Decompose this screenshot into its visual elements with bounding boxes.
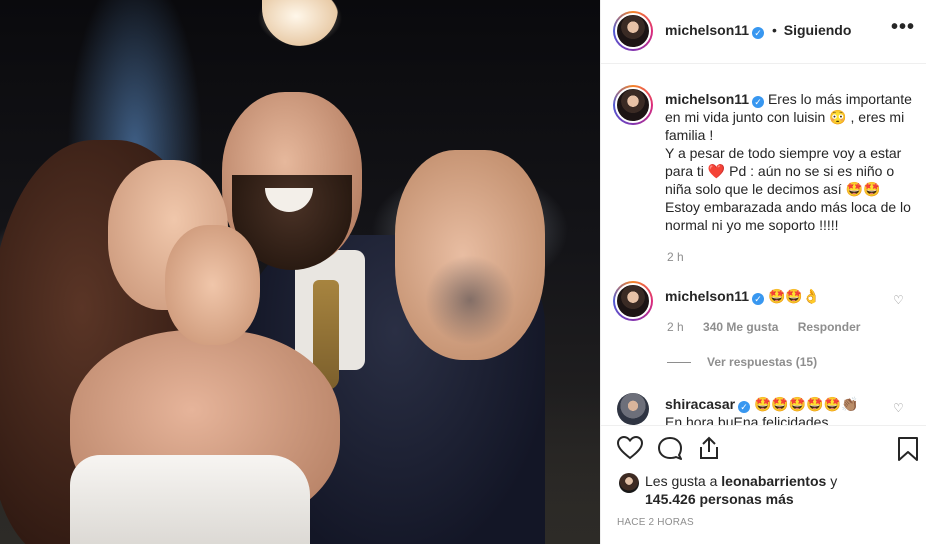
comment-like-icon[interactable]: ♡ bbox=[893, 401, 907, 415]
comments-section: michelson11 ✓ Eres lo más importante en m… bbox=[601, 65, 926, 425]
caption-avatar[interactable] bbox=[613, 85, 653, 125]
verified-icon: ✓ bbox=[752, 293, 765, 305]
caption-username[interactable]: michelson11 bbox=[665, 91, 749, 107]
verified-icon: ✓ bbox=[752, 96, 765, 108]
photo-dress bbox=[70, 455, 310, 544]
header-author: michelson11 ✓ • Siguiendo bbox=[665, 22, 851, 39]
comment-text: 🤩🤩🤩🤩🤩👏🏽 bbox=[753, 396, 859, 412]
post-actions: Les gusta a leonabarrientos y 145.426 pe… bbox=[601, 425, 926, 544]
post-time-ago[interactable]: HACE 2 HORAS bbox=[617, 517, 694, 528]
more-options-icon[interactable]: ••• bbox=[891, 16, 915, 39]
comment-avatar[interactable] bbox=[617, 393, 649, 425]
caption-line-2: Y a pesar de todo siempre voy a estar pa… bbox=[665, 145, 911, 233]
comment-text: 🤩🤩👌 bbox=[767, 288, 821, 304]
caption-time[interactable]: 2 h bbox=[667, 250, 684, 264]
heart-icon[interactable] bbox=[616, 435, 644, 463]
verified-icon: ✓ bbox=[738, 401, 751, 413]
post-side-panel: michelson11 ✓ • Siguiendo ••• michelson11… bbox=[600, 0, 926, 544]
comment-username[interactable]: shiracasar bbox=[665, 396, 735, 412]
post-header: michelson11 ✓ • Siguiendo ••• bbox=[601, 0, 926, 64]
comment-second-line: En hora buEna felicidades bbox=[665, 414, 829, 425]
comment-username[interactable]: michelson11 bbox=[665, 288, 749, 304]
comment-time[interactable]: 2 h bbox=[667, 320, 684, 334]
likes-summary: Les gusta a leonabarrientos y 145.426 pe… bbox=[645, 472, 837, 508]
likes-count[interactable]: 145.426 personas más bbox=[645, 491, 794, 507]
photo-tattoo bbox=[425, 255, 515, 345]
view-replies-label: Ver respuestas (15) bbox=[707, 355, 818, 369]
author-avatar[interactable] bbox=[613, 11, 653, 51]
comment-meta: 2 h 340 Me gusta Responder bbox=[667, 320, 860, 334]
view-replies-button[interactable]: Ver respuestas (15) bbox=[667, 355, 817, 369]
likes-prefix: Les gusta a bbox=[645, 473, 718, 489]
header-separator: • bbox=[771, 22, 777, 38]
comment-item: shiracasar ✓ 🤩🤩🤩🤩🤩👏🏽 En hora buEna felici… bbox=[665, 395, 895, 425]
comment-likes[interactable]: 340 Me gusta bbox=[703, 320, 778, 334]
liker-username[interactable]: leonabarrientos bbox=[721, 473, 826, 489]
likes-middle: y bbox=[830, 473, 838, 489]
caption: michelson11 ✓ Eres lo más importante en m… bbox=[665, 90, 915, 234]
comment-icon[interactable] bbox=[657, 436, 683, 463]
share-icon[interactable] bbox=[697, 436, 721, 463]
verified-icon: ✓ bbox=[752, 27, 765, 39]
post-photo[interactable] bbox=[0, 0, 600, 544]
bookmark-icon[interactable] bbox=[897, 436, 919, 465]
comment-avatar[interactable] bbox=[613, 281, 653, 321]
comment-item: michelson11 ✓ 🤩🤩👌 bbox=[665, 287, 885, 305]
comment-like-icon[interactable]: ♡ bbox=[893, 293, 907, 307]
liker-avatar[interactable] bbox=[619, 473, 639, 493]
photo-woman-hand bbox=[165, 225, 260, 345]
reply-button[interactable]: Responder bbox=[798, 320, 861, 334]
following-button[interactable]: Siguiendo bbox=[784, 22, 852, 38]
replies-divider bbox=[667, 362, 691, 364]
author-username[interactable]: michelson11 bbox=[665, 22, 749, 38]
photo-flower bbox=[262, 0, 338, 46]
